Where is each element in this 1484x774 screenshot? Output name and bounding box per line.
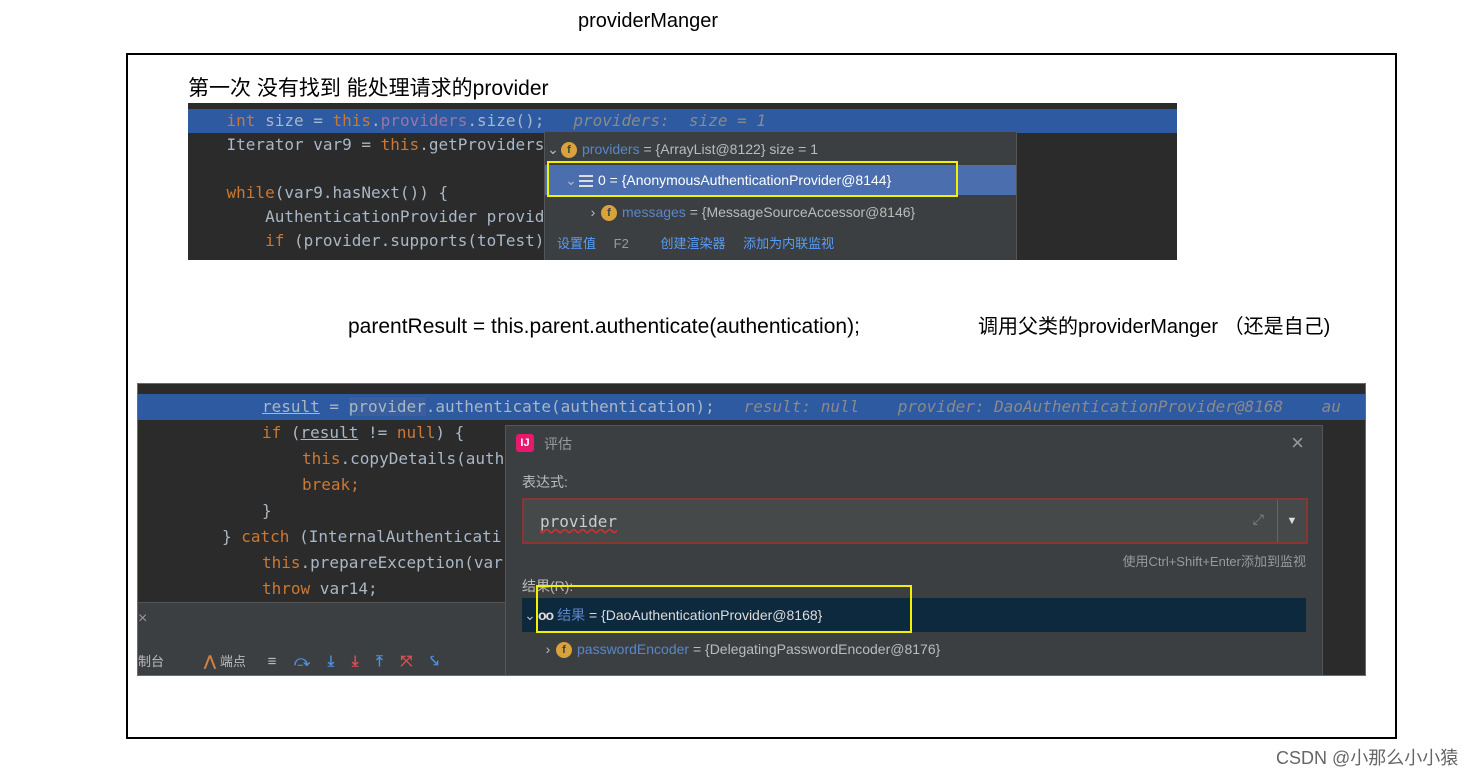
watch-hint: 使用Ctrl+Shift+Enter添加到监视 [1122, 554, 1307, 569]
close-icon[interactable]: × [1291, 430, 1304, 456]
inline-value-hint: providers: size = 1 [544, 111, 766, 130]
result-child-row[interactable]: › f passwordEncoder = {DelegatingPasswordE… [522, 632, 1306, 666]
drop-frame-icon[interactable]: ⤧ [400, 647, 412, 675]
breakpoints-tab[interactable]: 端点 [220, 654, 246, 669]
variables-popup: ⌄ f providers = {ArrayList@8122} size = 1 … [544, 131, 1017, 260]
dialog-title: 评估 [544, 436, 572, 452]
caption-parent-note: 调用父类的providerManger （还是自己) [978, 316, 1331, 338]
field-icon: f [561, 142, 577, 159]
code-line-provider-decl: AuthenticationProvider provide [188, 207, 555, 226]
menu-icon[interactable]: ≡ [268, 647, 277, 675]
evaluate-dialog: IJ 评估 × 表达式: provider ⤢ ▼ 使用Ctrl+Shift+E… [505, 425, 1323, 675]
field-icon: f [556, 642, 572, 659]
caption-parent-call: parentResult = this.parent.authenticate(… [348, 315, 860, 338]
debug-toolbar: 制台 ⋀ 端点 ≡ ⤼ ⤓ ⤓ ⤒ ⤧ ⤥ [138, 647, 439, 675]
code-line-size: int size = this.providers.size(); provid… [188, 109, 1177, 133]
code-line-copydetails: this.copyDetails(auth [302, 449, 505, 468]
add-inline-watch-link[interactable]: 添加为内联监视 [743, 236, 834, 251]
field-icon: f [601, 205, 617, 222]
step-over-icon[interactable]: ⤼ [294, 647, 310, 675]
watermark: CSDN @小那么小小猿 [1276, 748, 1459, 768]
code-line-close-brace: } [262, 501, 272, 520]
page-title: providerManger [578, 10, 719, 32]
expression-input[interactable]: provider ⤢ ▼ [522, 498, 1308, 544]
highlight-box [547, 161, 958, 197]
step-into-icon[interactable]: ⤓ [328, 647, 335, 675]
code-line-break: break; [302, 475, 360, 494]
popup-actions: 设置值 F2 创建渲染器 添加为内联监视 [557, 232, 848, 256]
run-to-cursor-icon[interactable]: ⤥ [430, 647, 438, 675]
caption-first-attempt: 第一次 没有找到 能处理请求的provider [188, 77, 549, 100]
step-out-icon[interactable]: ⤒ [376, 647, 383, 675]
highlight-box [536, 585, 912, 633]
expand-icon[interactable]: ⤢ [1253, 511, 1264, 528]
chevron-right-icon[interactable]: › [540, 632, 556, 666]
tree-row-messages[interactable]: › f messages = {MessageSourceAccessor@8146… [545, 197, 1016, 227]
code-line-prepare: this.prepareException(var [262, 553, 503, 572]
close-icon[interactable]: × [138, 610, 147, 628]
expression-text: provider [540, 512, 618, 531]
code-line-supports: if (provider.supports(toTest)) [188, 231, 555, 250]
code-line-if-result: if (result != null) { [262, 423, 465, 442]
debugger-screenshot-2: result = provider.authenticate(authentic… [137, 383, 1366, 676]
code-line-authenticate: result = provider.authenticate(authentic… [138, 394, 1365, 420]
code-line-catch: } catch (InternalAuthenticati [222, 527, 502, 546]
divider [138, 602, 506, 603]
create-renderer-link[interactable]: 创建渲染器 [660, 236, 725, 251]
chevron-down-icon[interactable]: ⌄ [545, 134, 561, 164]
debugger-screenshot-1: int size = this.providers.size(); provid… [188, 103, 1177, 260]
chevron-right-icon[interactable]: › [585, 197, 601, 227]
code-line-while: while(var9.hasNext()) { [188, 183, 449, 202]
breakpoints-icon[interactable]: ⋀ [204, 647, 217, 675]
console-tab[interactable]: 制台 [138, 654, 164, 669]
tree-row-providers[interactable]: ⌄ f providers = {ArrayList@8122} size = 1 [545, 134, 1016, 164]
expression-label: 表达式: [522, 474, 568, 490]
history-dropdown[interactable]: ▼ [1277, 500, 1306, 542]
force-step-into-icon[interactable]: ⤓ [352, 647, 359, 675]
intellij-logo-icon: IJ [516, 434, 534, 452]
inline-value-hint: result: null provider: DaoAuthentication… [714, 397, 1341, 416]
set-value-link[interactable]: 设置值 F2 [557, 236, 643, 251]
code-line-iterator: Iterator var9 = this.getProviders( [188, 135, 555, 154]
code-line-throw: throw var14; [262, 579, 378, 598]
chevron-down-icon: ▼ [1286, 515, 1298, 527]
